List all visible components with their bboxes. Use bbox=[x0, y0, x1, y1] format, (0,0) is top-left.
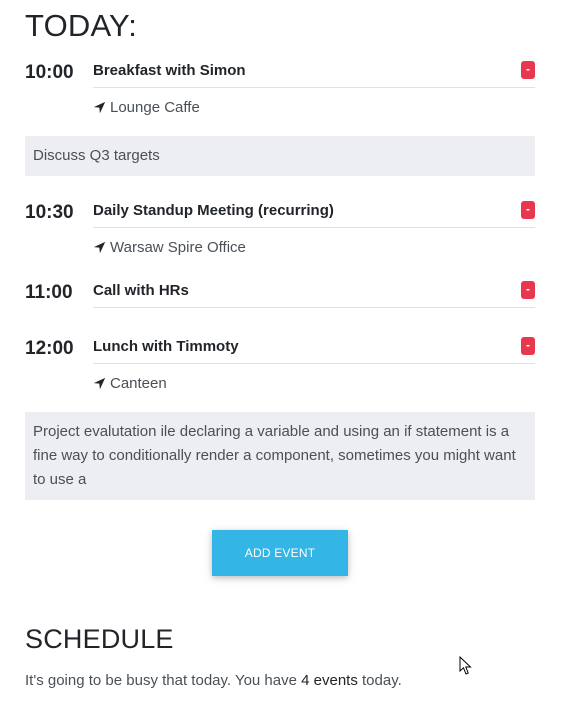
schedule-summary: It's going to be busy that today. You ha… bbox=[25, 672, 402, 689]
today-heading: TODAY: bbox=[25, 8, 138, 43]
location-arrow-icon bbox=[93, 241, 106, 254]
event-location: Canteen bbox=[93, 375, 167, 392]
remove-event-button[interactable]: - bbox=[521, 281, 535, 299]
summary-event-count: 4 events bbox=[301, 672, 358, 689]
event-time: 11:00 bbox=[25, 282, 73, 303]
event-title: Call with HRs bbox=[93, 282, 189, 299]
event-note: Project evalutation ile declaring a vari… bbox=[25, 412, 535, 500]
event-location: Warsaw Spire Office bbox=[93, 239, 246, 256]
event-divider bbox=[93, 307, 535, 308]
event-title: Lunch with Timmoty bbox=[93, 338, 239, 355]
summary-suffix: today. bbox=[357, 672, 402, 689]
add-event-button[interactable]: ADD EVENT bbox=[212, 530, 348, 576]
summary-prefix: It's going to be busy that today. You ha… bbox=[25, 672, 302, 689]
mouse-pointer-icon bbox=[459, 656, 472, 675]
event-time: 10:00 bbox=[25, 62, 74, 83]
event-time: 12:00 bbox=[25, 338, 74, 359]
event-divider bbox=[93, 227, 535, 228]
event-location-label: Lounge Caffe bbox=[110, 99, 200, 116]
event-location-label: Warsaw Spire Office bbox=[110, 239, 246, 256]
event-divider bbox=[93, 87, 535, 88]
schedule-heading: SCHEDULE bbox=[25, 624, 174, 654]
remove-event-button[interactable]: - bbox=[521, 201, 535, 219]
location-arrow-icon bbox=[93, 101, 106, 114]
remove-event-button[interactable]: - bbox=[521, 61, 535, 79]
event-title: Daily Standup Meeting (recurring) bbox=[93, 202, 334, 219]
event-time: 10:30 bbox=[25, 202, 74, 223]
event-note: Discuss Q3 targets bbox=[25, 136, 535, 176]
location-arrow-icon bbox=[93, 377, 106, 390]
event-location: Lounge Caffe bbox=[93, 99, 200, 116]
event-location-label: Canteen bbox=[110, 375, 167, 392]
event-title: Breakfast with Simon bbox=[93, 62, 246, 79]
remove-event-button[interactable]: - bbox=[521, 337, 535, 355]
event-divider bbox=[93, 363, 535, 364]
